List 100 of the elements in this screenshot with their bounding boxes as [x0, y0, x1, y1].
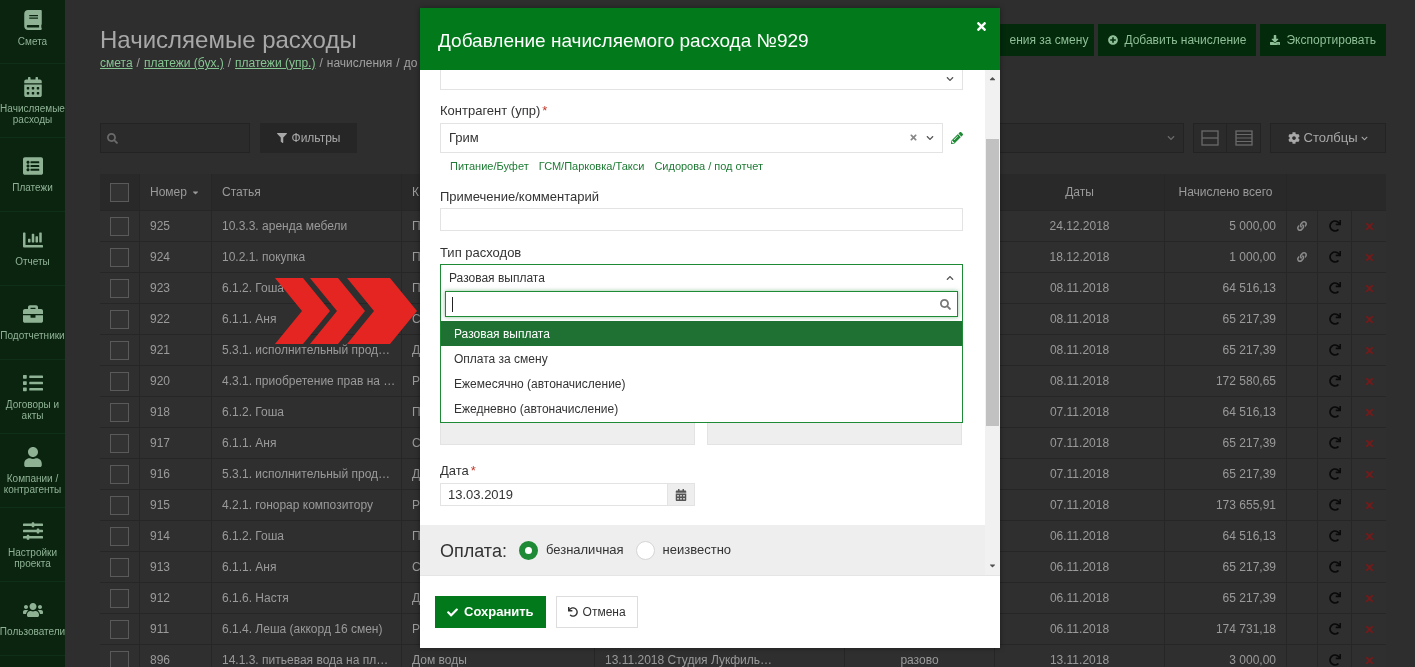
checkbox[interactable] — [110, 526, 129, 546]
refresh-icon[interactable] — [1328, 313, 1341, 325]
suggestion-link[interactable]: Питание/Буфет — [450, 159, 529, 173]
checkbox[interactable] — [110, 619, 129, 639]
delete-icon[interactable] — [1363, 499, 1375, 511]
payment-label: Оплата: — [440, 540, 507, 563]
sidebar-item[interactable]: Подотчетники — [0, 286, 65, 360]
sidebar-item[interactable]: Отчеты — [0, 212, 65, 286]
refresh-icon[interactable] — [1328, 654, 1341, 666]
dropdown-option[interactable]: Ежедневно (автоначисление) — [441, 396, 962, 422]
delete-icon[interactable] — [1363, 468, 1375, 480]
delete-icon[interactable] — [1363, 437, 1375, 449]
sidebar-item[interactable]: Смета — [0, 0, 65, 64]
date-field[interactable]: 13.03.2019 — [440, 483, 668, 507]
delete-icon[interactable] — [1363, 406, 1375, 418]
checkbox[interactable] — [110, 340, 129, 360]
delete-icon[interactable] — [1363, 375, 1375, 387]
nav-icon — [22, 156, 43, 176]
link-icon[interactable] — [1297, 221, 1307, 231]
refresh-icon[interactable] — [1328, 220, 1341, 232]
radio-button[interactable] — [518, 540, 538, 560]
delete-icon[interactable] — [1363, 623, 1375, 635]
columns-button[interactable]: Столбцы — [1270, 123, 1386, 153]
search-field[interactable] — [100, 123, 250, 153]
sidebar-item[interactable]: Начисляемые расходы — [0, 64, 65, 138]
refresh-icon[interactable] — [1328, 499, 1341, 511]
checkbox[interactable] — [110, 557, 129, 577]
dropdown-option[interactable]: Ежемесячно (автоначисление) — [441, 371, 962, 397]
suggestion-link[interactable]: ГСМ/Парковка/Такси — [538, 159, 645, 173]
link-icon[interactable] — [1297, 252, 1307, 262]
refresh-icon[interactable] — [1328, 282, 1341, 294]
refresh-icon[interactable] — [1328, 561, 1341, 573]
sidebar-item[interactable]: Компании / контрагенты — [0, 434, 65, 508]
checkbox[interactable] — [110, 182, 129, 202]
table-cell-text: 925 — [150, 218, 171, 235]
breadcrumb-text: до — [403, 55, 418, 71]
delete-icon[interactable] — [1363, 220, 1375, 232]
expense-type-select[interactable]: Разовая выплата Разовая выплата Оплата за смену Ежемесячно (автоначисление) Ежедневно (автоначисление) — [440, 264, 963, 424]
refresh-icon[interactable] — [1328, 437, 1341, 449]
cancel-button[interactable]: Отмена — [555, 596, 638, 628]
select-field[interactable] — [440, 70, 963, 90]
table-cell-text: 914 — [150, 528, 171, 545]
scrollbar-thumb[interactable] — [986, 139, 999, 426]
refresh-icon[interactable] — [1328, 344, 1341, 356]
checkbox[interactable] — [110, 247, 129, 267]
delete-icon[interactable] — [1363, 654, 1375, 666]
table-cell-text: 173 655,91 — [1215, 497, 1276, 514]
suggestion-link[interactable]: Сидорова / под отчет — [654, 159, 763, 173]
table-cell-text: 3 000,00 — [1229, 652, 1276, 667]
comment-field[interactable] — [440, 207, 963, 232]
delete-icon[interactable] — [1363, 282, 1375, 294]
sidebar-item[interactable]: Пользователи — [0, 582, 65, 656]
action-button[interactable]: Экспортировать — [1260, 24, 1386, 56]
sidebar-item[interactable]: Договоры и акты — [0, 360, 65, 434]
delete-icon[interactable] — [1363, 530, 1375, 542]
calendar-button[interactable] — [668, 483, 695, 507]
refresh-icon[interactable] — [1328, 406, 1341, 418]
action-button[interactable]: Добавить начисление — [1098, 24, 1257, 56]
refresh-icon[interactable] — [1328, 468, 1341, 480]
close-icon[interactable] — [975, 20, 988, 33]
checkbox[interactable] — [110, 371, 129, 391]
field-label: Примечение/комментарий — [440, 188, 599, 204]
delete-icon[interactable] — [1363, 344, 1375, 356]
breadcrumb-link[interactable]: платежи (упр.) — [235, 55, 316, 71]
clear-icon[interactable] — [909, 133, 918, 142]
save-button[interactable]: Сохранить — [435, 596, 546, 628]
breadcrumb-link[interactable]: платежи (бух.) — [143, 55, 224, 71]
filters-button[interactable]: Фильтры — [260, 123, 357, 153]
refresh-icon[interactable] — [1328, 530, 1341, 542]
refresh-icon[interactable] — [1328, 251, 1341, 263]
pencil-icon[interactable] — [951, 131, 963, 144]
checkbox[interactable] — [110, 216, 129, 236]
list-view-icon — [1234, 130, 1253, 146]
delete-icon[interactable] — [1363, 251, 1375, 263]
checkbox[interactable] — [110, 402, 129, 422]
select-field[interactable]: Грим — [440, 122, 943, 153]
checkbox[interactable] — [110, 278, 129, 298]
refresh-icon[interactable] — [1328, 375, 1341, 387]
scrollbar[interactable] — [985, 70, 1000, 575]
breadcrumb-link[interactable]: смета — [100, 55, 133, 71]
delete-icon[interactable] — [1363, 592, 1375, 604]
table-cell-text: 921 — [150, 342, 171, 359]
dropdown-option[interactable]: Разовая выплата — [441, 321, 962, 347]
breadcrumb-separator: / — [396, 55, 400, 71]
checkbox[interactable] — [110, 588, 129, 608]
checkbox[interactable] — [110, 433, 129, 453]
dropdown-option[interactable]: Оплата за смену — [441, 346, 962, 372]
checkbox[interactable] — [110, 309, 129, 329]
refresh-icon[interactable] — [1328, 592, 1341, 604]
sidebar-item[interactable]: Настройки проекта — [0, 508, 65, 582]
delete-icon[interactable] — [1363, 313, 1375, 325]
dropdown-search-field[interactable] — [445, 291, 958, 318]
checkbox[interactable] — [110, 464, 129, 484]
refresh-icon[interactable] — [1328, 623, 1341, 635]
table-cell-text: 07.11.2018 — [1049, 466, 1110, 483]
checkbox[interactable] — [110, 650, 129, 667]
delete-icon[interactable] — [1363, 561, 1375, 573]
checkbox[interactable] — [110, 495, 129, 515]
sidebar-item[interactable]: Платежи — [0, 138, 65, 212]
nav-icon — [22, 372, 43, 393]
